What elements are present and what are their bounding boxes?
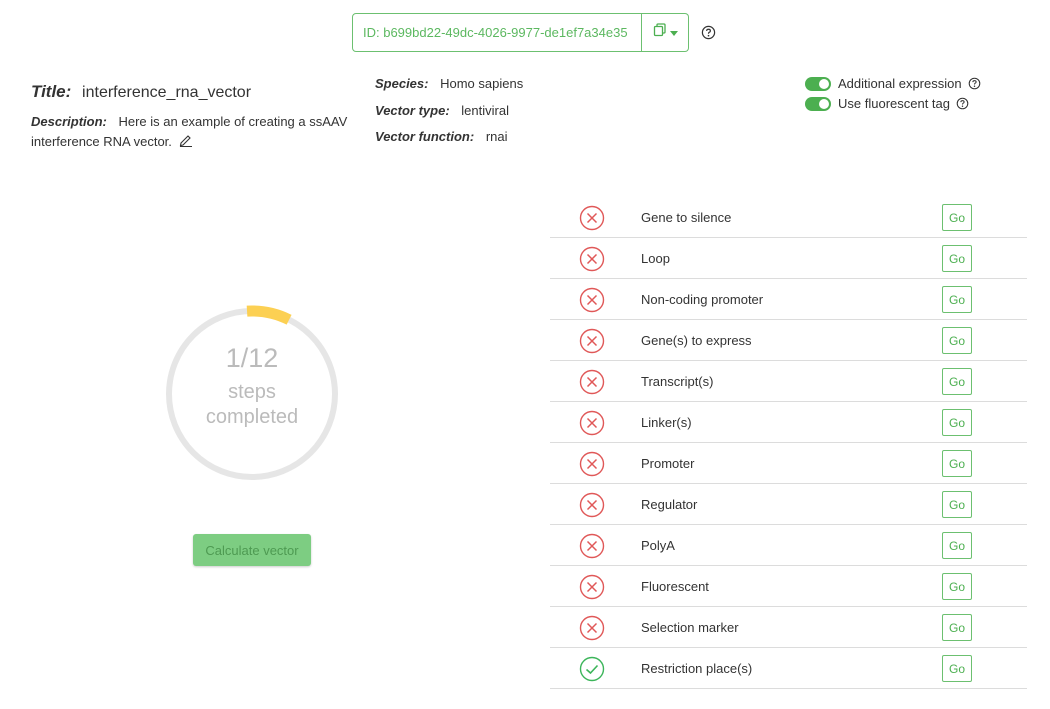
species-label: Species: (375, 76, 429, 91)
step-name: Loop (641, 251, 670, 266)
step-row: Loop Go (550, 238, 1027, 279)
step-row: Transcript(s) Go (550, 361, 1027, 402)
x-circle-icon (579, 615, 605, 641)
step-name: Regulator (641, 497, 698, 512)
step-row: PolyA Go (550, 525, 1027, 566)
step-row: Restriction place(s) Go (550, 648, 1027, 689)
go-button[interactable]: Go (942, 491, 972, 518)
edit-icon[interactable] (179, 133, 193, 153)
x-circle-icon (579, 451, 605, 477)
go-button[interactable]: Go (942, 655, 972, 682)
title-label: Title: (31, 82, 72, 101)
go-button[interactable]: Go (942, 450, 972, 477)
go-button[interactable]: Go (942, 368, 972, 395)
x-circle-icon (579, 533, 605, 559)
vector-function-label: Vector function: (375, 129, 475, 144)
chevron-down-icon (669, 24, 678, 42)
fluorescent-tag-switch[interactable] (805, 96, 831, 111)
x-circle-icon (579, 574, 605, 600)
go-button[interactable]: Go (942, 532, 972, 559)
go-button[interactable]: Go (942, 409, 972, 436)
step-name: Non-coding promoter (641, 292, 764, 307)
step-row: Regulator Go (550, 484, 1027, 525)
x-circle-icon (579, 287, 605, 313)
species-row: Species: Homo sapiens (375, 76, 523, 91)
go-button[interactable]: Go (942, 614, 972, 641)
step-name: Linker(s) (641, 415, 692, 430)
step-row: Gene to silence Go (550, 197, 1027, 238)
description-label: Description: (31, 114, 107, 129)
steps-label-line2: completed (205, 406, 299, 428)
copy-icon (653, 23, 667, 42)
step-name: Gene to silence (641, 210, 732, 225)
step-row: Non-coding promoter Go (550, 279, 1027, 320)
vector-id-field[interactable]: ID: b699bd22-49dc-4026-9977-de1ef7a34e35 (352, 13, 642, 52)
step-name: Promoter (641, 456, 695, 471)
go-button[interactable]: Go (942, 204, 972, 231)
steps-label: steps completed (164, 380, 340, 430)
x-circle-icon (579, 328, 605, 354)
additional-expression-switch[interactable] (805, 76, 831, 91)
step-name: Transcript(s) (641, 374, 714, 389)
go-button[interactable]: Go (942, 245, 972, 272)
progress-ring: 1/12 steps completed (164, 300, 340, 482)
help-icon[interactable] (956, 97, 969, 110)
step-row: Gene(s) to express Go (550, 320, 1027, 361)
id-group: ID: b699bd22-49dc-4026-9977-de1ef7a34e35 (352, 13, 689, 52)
calculate-vector-button[interactable]: Calculate vector (193, 534, 311, 566)
step-row: Linker(s) Go (550, 402, 1027, 443)
progress-arc (246, 305, 292, 325)
step-row: Selection marker Go (550, 607, 1027, 648)
help-icon[interactable] (968, 77, 981, 90)
step-name: PolyA (641, 538, 675, 553)
x-circle-icon (579, 205, 605, 231)
vector-function-row: Vector function: rnai (375, 129, 508, 144)
toggle-label: Use fluorescent tag (838, 96, 951, 111)
description: Description: Here is an example of creat… (31, 112, 361, 153)
vector-function-value: rnai (485, 129, 508, 144)
title-row: Title: interference_rna_vector (31, 82, 251, 102)
vector-type-label: Vector type: (375, 103, 450, 118)
step-name: Restriction place(s) (641, 661, 753, 676)
step-name: Selection marker (641, 620, 739, 635)
step-row: Fluorescent Go (550, 566, 1027, 607)
go-button[interactable]: Go (942, 327, 972, 354)
copy-id-button[interactable] (642, 13, 689, 52)
go-button[interactable]: Go (942, 286, 972, 313)
toggle-fluorescent-tag: Use fluorescent tag (805, 96, 969, 111)
vector-type-value: lentiviral (461, 103, 509, 118)
go-button[interactable]: Go (942, 573, 972, 600)
x-circle-icon (579, 492, 605, 518)
species-value: Homo sapiens (440, 76, 524, 91)
x-circle-icon (579, 410, 605, 436)
x-circle-icon (579, 369, 605, 395)
toggle-additional-expression: Additional expression (805, 76, 981, 91)
steps-list: Gene to silence Go Loop Go Non-coding promot… (550, 197, 1027, 689)
title-value: interference_rna_vector (82, 84, 252, 101)
step-row: Promoter Go (550, 443, 1027, 484)
vector-type-row: Vector type: lentiviral (375, 103, 509, 118)
steps-count: 1/12 (225, 343, 279, 373)
x-circle-icon (579, 246, 605, 272)
steps-label-line1: steps (228, 381, 276, 403)
toggle-label: Additional expression (838, 76, 962, 91)
help-icon[interactable] (701, 25, 716, 45)
step-name: Fluorescent (641, 579, 709, 594)
check-circle-icon (579, 656, 605, 682)
step-name: Gene(s) to express (641, 333, 752, 348)
